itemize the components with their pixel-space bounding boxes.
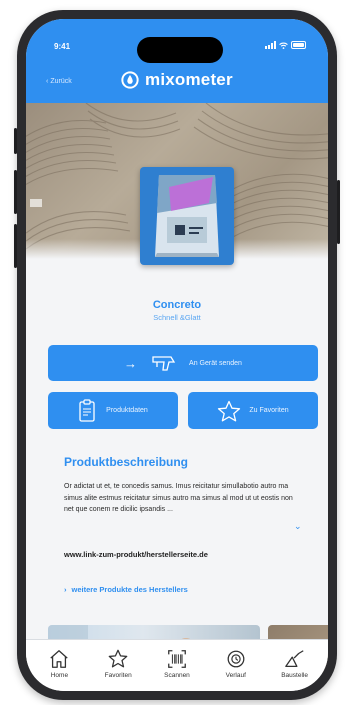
product-bag-icon [155, 175, 219, 257]
mixer-device-icon [152, 356, 176, 371]
product-data-button[interactable]: Produktdaten [48, 392, 178, 429]
volume-down-button [14, 224, 17, 268]
more-products-label: weitere Produkte des Herstellers [71, 585, 188, 594]
app-name: mixometer [145, 70, 233, 89]
send-label: An Gerät senden [189, 359, 242, 367]
battery-icon [291, 41, 306, 49]
arrow-right-icon: → [124, 355, 138, 371]
status-icons [265, 41, 306, 49]
favorite-label: Zu Favoriten [249, 407, 289, 414]
barcode-scan-icon [168, 650, 186, 668]
app-header: 9:41 ‹ Zurück mixometer [26, 19, 328, 103]
tab-bar: Home Favoriten Scannen Verlauf Baustelle [26, 639, 328, 691]
tab-construction-site[interactable]: Baustelle [269, 640, 321, 691]
back-label: Zurück [50, 78, 72, 85]
product-image[interactable] [140, 167, 234, 265]
chevron-down-icon[interactable]: ⌄ [294, 521, 302, 532]
power-button [337, 180, 340, 244]
description-title: Produktbeschreibung [64, 455, 189, 469]
product-data-label: Produktdaten [106, 407, 148, 414]
add-favorite-button[interactable]: Zu Favoriten [188, 392, 318, 429]
star-icon [218, 400, 241, 421]
screen: 9:41 ‹ Zurück mixometer Concreto Schnell… [26, 19, 328, 691]
dynamic-island [137, 37, 223, 63]
star-icon [108, 649, 128, 668]
signal-icon [265, 41, 276, 49]
trowel-icon [284, 650, 304, 667]
chevron-right-icon: › [64, 585, 67, 594]
more-products-link[interactable]: › weitere Produkte des Herstellers [64, 585, 188, 594]
tab-history[interactable]: Verlauf [210, 640, 262, 691]
send-to-device-button[interactable]: → An Gerät senden [48, 345, 318, 381]
history-icon [227, 650, 245, 668]
tab-label: Verlauf [225, 672, 246, 679]
wifi-icon [279, 42, 288, 49]
document-icon [79, 398, 95, 422]
app-logo: mixometer [121, 70, 233, 90]
tab-scan[interactable]: Scannen [151, 640, 203, 691]
chevron-left-icon: ‹ [46, 78, 49, 85]
product-subtitle: Schnell &Glatt [153, 313, 201, 322]
tab-home[interactable]: Home [33, 640, 85, 691]
volume-up-button [14, 170, 17, 214]
home-icon [50, 650, 69, 668]
tab-label: Baustelle [281, 672, 308, 679]
mute-switch [14, 128, 17, 154]
product-name: Concreto [152, 299, 202, 311]
back-button[interactable]: ‹ Zurück [46, 78, 72, 85]
status-time: 9:41 [54, 42, 71, 51]
tab-label: Scannen [164, 672, 190, 679]
phone-frame: 9:41 ‹ Zurück mixometer Concreto Schnell… [14, 10, 340, 700]
mixometer-logo-icon [121, 71, 139, 89]
description-text: Or adictat ut et, te concedis samus. Imu… [64, 483, 293, 513]
tab-label: Favoriten [104, 672, 132, 679]
tab-label: Home [50, 672, 69, 679]
tab-favorites[interactable]: Favoriten [92, 640, 144, 691]
product-link[interactable]: www.link-zum-produkt/herstellerseite.de [64, 550, 208, 559]
